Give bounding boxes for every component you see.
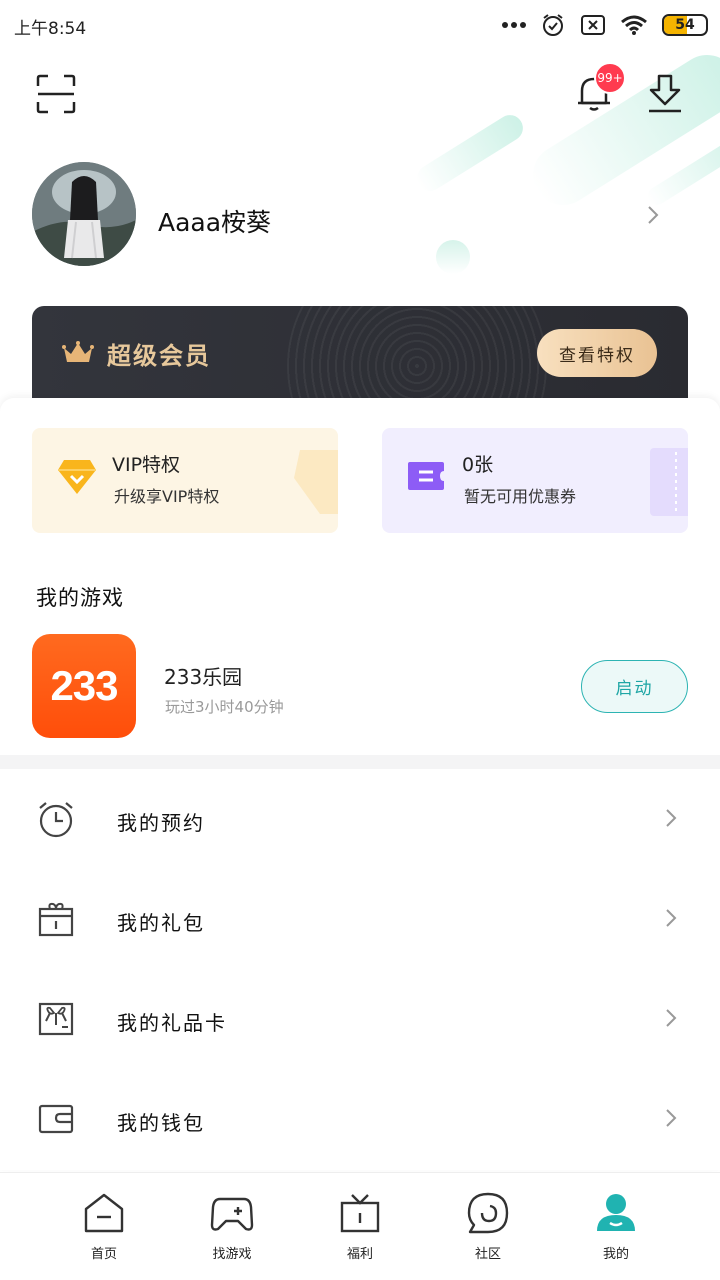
menu-label: 我的预约 <box>117 811 205 835</box>
coupon-card-decoration <box>650 448 688 516</box>
ticket-icon <box>408 462 444 490</box>
more-dots-icon <box>502 22 526 28</box>
nav-label: 找游戏 <box>212 1247 252 1262</box>
home-icon <box>84 1193 124 1233</box>
sim-off-icon <box>581 15 605 35</box>
battery-icon: 54 <box>662 14 708 36</box>
username[interactable]: Aaaa桉葵 <box>158 203 271 239</box>
nav-label: 福利 <box>346 1247 373 1262</box>
menu-item-reservations[interactable]: 我的预约 <box>0 769 720 869</box>
menu-label: 我的钱包 <box>117 1111 205 1135</box>
vip-card-decoration <box>294 450 338 514</box>
chevron-right-icon <box>648 206 659 224</box>
menu-label: 我的礼包 <box>117 911 205 935</box>
coupon-card-title: 0张 <box>462 454 494 476</box>
nav-community[interactable]: 社区 <box>448 1191 528 1271</box>
avatar[interactable] <box>32 162 136 266</box>
nav-profile[interactable]: 我的 <box>576 1191 656 1271</box>
vip-card-subtitle: 升级享VIP特权 <box>114 487 220 506</box>
status-time: 上午8:54 <box>14 19 87 39</box>
chevron-right-icon <box>666 1009 677 1027</box>
nav-label: 首页 <box>90 1247 117 1262</box>
diamond-icon <box>58 460 96 494</box>
status-icons: 54 <box>502 12 708 38</box>
chevron-right-icon <box>666 1109 677 1127</box>
bottom-navigation: 首页 找游戏 福利 社区 我的 <box>0 1172 720 1280</box>
download-icon <box>649 74 681 113</box>
coupon-card-subtitle: 暂无可用优惠券 <box>464 487 577 506</box>
gift-card-icon <box>38 1002 74 1036</box>
decorative-dot <box>436 240 470 274</box>
game-icon-233[interactable]: 233 <box>32 634 136 738</box>
vip-banner[interactable]: 超级会员 查看特权 <box>32 306 688 402</box>
download-button[interactable] <box>646 74 684 114</box>
community-icon <box>467 1192 509 1234</box>
crown-icon <box>62 341 94 362</box>
decorative-stripe <box>412 110 528 196</box>
view-privileges-button[interactable]: 查看特权 <box>537 329 657 377</box>
nav-welfare[interactable]: 福利 <box>320 1191 400 1271</box>
menu-item-gift-cards[interactable]: 我的礼品卡 <box>0 969 720 1069</box>
menu-item-wallet[interactable]: 我的钱包 <box>0 1069 720 1169</box>
game-playtime: 玩过3小时40分钟 <box>165 698 284 716</box>
wallet-icon <box>38 1104 74 1134</box>
nav-home[interactable]: 首页 <box>64 1191 144 1271</box>
nav-find-games[interactable]: 找游戏 <box>192 1191 272 1271</box>
launch-game-button[interactable]: 启动 <box>581 660 688 713</box>
profile-arrow-button[interactable] <box>646 204 660 230</box>
alarm-status-icon <box>543 14 563 36</box>
scan-button[interactable] <box>36 74 76 114</box>
menu-label: 我的礼品卡 <box>117 1011 227 1035</box>
coupon-card[interactable]: 0张 暂无可用优惠券 <box>382 428 688 533</box>
status-bar: 上午8:54 54 <box>0 0 720 50</box>
scan-icon <box>36 74 76 114</box>
avatar-image <box>32 162 136 266</box>
chevron-right-icon <box>666 809 677 827</box>
section-divider <box>0 755 720 769</box>
notification-badge: 99+ <box>594 62 626 94</box>
gamepad-icon <box>210 1197 254 1231</box>
vip-banner-decoration <box>287 306 547 402</box>
wifi-icon <box>621 15 647 35</box>
nav-label: 我的 <box>602 1247 629 1262</box>
alarm-clock-icon <box>39 802 73 838</box>
main-content: VIP特权 升级享VIP特权 0张 暂无可用优惠券 我的游戏 233 233乐园… <box>0 398 720 1170</box>
gift-box-icon <box>38 902 74 937</box>
battery-level: 54 <box>675 17 695 33</box>
menu-item-gift-packs[interactable]: 我的礼包 <box>0 869 720 969</box>
vip-title: 超级会员 <box>107 342 211 370</box>
gift-icon <box>340 1194 380 1233</box>
game-name[interactable]: 233乐园 <box>164 661 242 690</box>
chevron-right-icon <box>666 909 677 927</box>
profile-icon <box>597 1194 635 1231</box>
my-games-heading: 我的游戏 <box>36 586 124 610</box>
vip-privilege-card[interactable]: VIP特权 升级享VIP特权 <box>32 428 338 533</box>
nav-label: 社区 <box>474 1247 501 1262</box>
vip-card-title: VIP特权 <box>112 454 181 476</box>
